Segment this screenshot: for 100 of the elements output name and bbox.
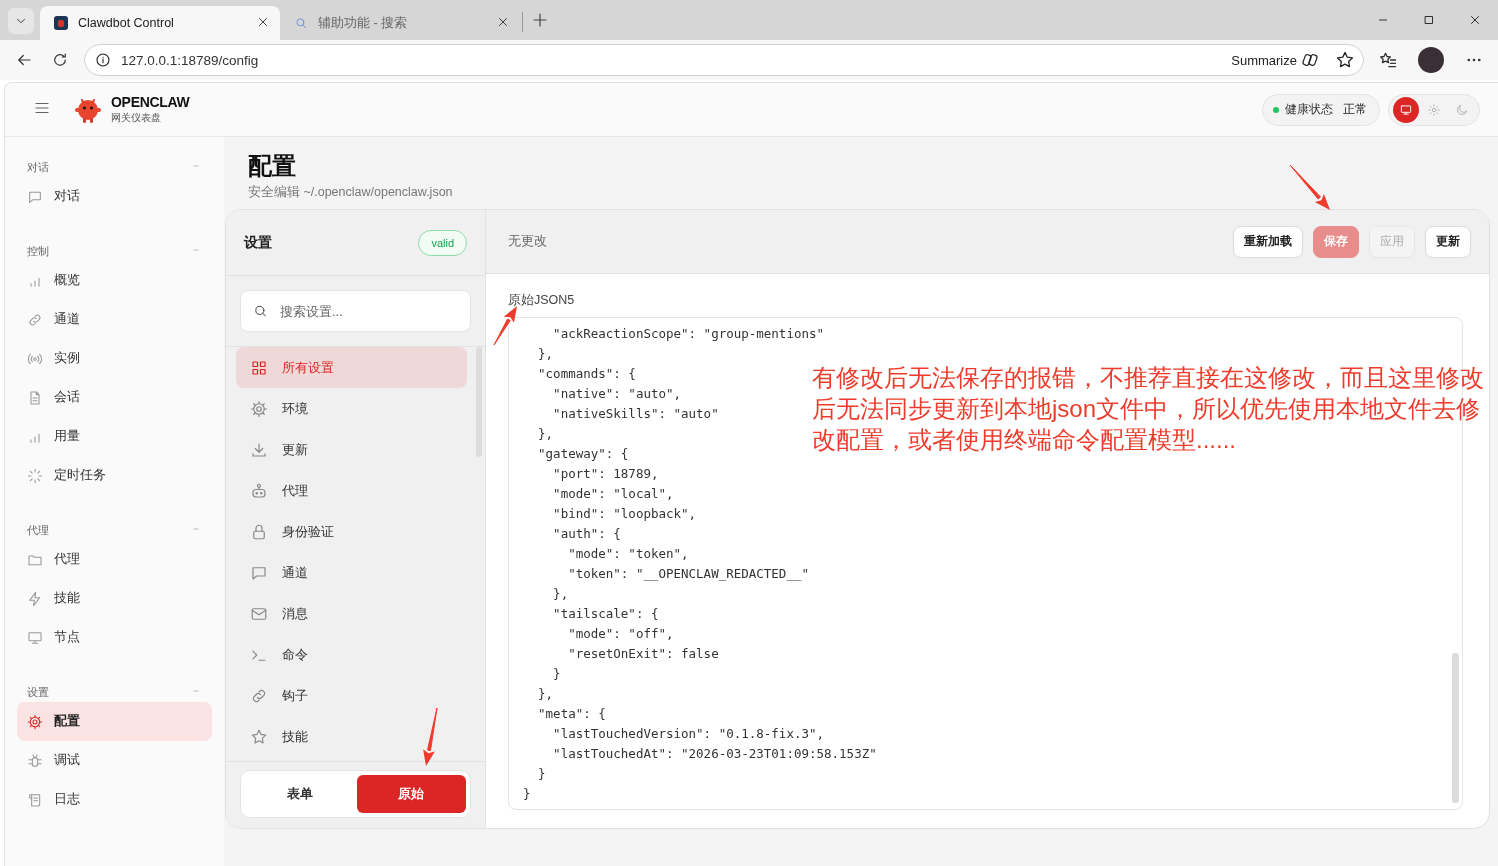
search-box[interactable]: 搜索设置... <box>240 290 471 332</box>
code-line: "lastTouchedAt": "2026-03-23T01:09:58.153Z" <box>552 745 877 763</box>
brand-subtitle: 网关仪表盘 <box>111 111 162 125</box>
reload-icon[interactable] <box>51 51 69 69</box>
nav-group-label: 代理 <box>27 522 49 538</box>
nav-item[interactable]: 通道 <box>17 300 212 339</box>
settings-section[interactable]: 技能 <box>236 716 467 757</box>
monitor-icon <box>27 629 43 646</box>
new-tab-icon[interactable] <box>531 11 549 29</box>
lightning-icon <box>27 590 43 607</box>
toolbar-button[interactable]: 重新加载 <box>1233 225 1303 258</box>
summarize-button[interactable]: Summarize <box>1231 51 1319 69</box>
brand-name: OPENCLAW <box>111 94 190 110</box>
log-icon <box>27 791 43 808</box>
annotation-note: 有修改后无法保存的报错，不推荐直接在这修改，而且这里修改后无法同步更新到本地json文件中，所以优先使用本地文件去修改配置，或者使用终端命令配置模型...... <box>812 363 1485 455</box>
star-icon <box>250 727 268 746</box>
nav-item[interactable]: 对话 <box>17 177 212 216</box>
favorites-icon[interactable] <box>1378 50 1398 70</box>
lock-icon <box>250 522 268 541</box>
code-line: "nativeSkills": "auto" <box>552 405 719 423</box>
scrollbar[interactable] <box>1452 653 1459 803</box>
settings-icon <box>250 399 268 418</box>
bug-icon <box>27 752 43 769</box>
document-icon <box>27 389 43 406</box>
nav-item[interactable]: 定时任务 <box>17 456 212 495</box>
settings-section[interactable]: 环境 <box>236 388 467 429</box>
nav-group-label: 控制 <box>27 243 49 259</box>
code-line: "mode": "off", <box>567 625 674 643</box>
code-line: }, <box>537 685 554 703</box>
code-line: "meta": { <box>537 705 606 723</box>
monitor-icon <box>1399 102 1413 117</box>
search-field[interactable]: 搜索设置... <box>278 302 458 320</box>
code-line: "ackReactionScope": "group-mentions" <box>552 325 825 343</box>
avatar[interactable] <box>1418 47 1444 73</box>
settings-section[interactable]: 命令 <box>236 634 467 675</box>
settings-section[interactable]: 消息 <box>236 593 467 634</box>
code-line: "lastTouchedVersion": "0.1.8-fix.3", <box>552 725 825 743</box>
toolbar-button[interactable]: 更新 <box>1425 225 1471 258</box>
valid-badge: valid <box>418 229 467 256</box>
settings-section[interactable]: 所有设置 <box>236 347 467 388</box>
code-line: }, <box>537 425 554 443</box>
search-icon <box>294 16 308 30</box>
settings-section[interactable]: 代理 <box>236 470 467 511</box>
mode-tab[interactable]: 原始 <box>356 775 466 813</box>
annotation-arrow <box>423 707 438 766</box>
sun-icon <box>1427 102 1441 117</box>
nav-item[interactable]: 配置 <box>17 702 212 741</box>
code-line: }, <box>537 345 554 363</box>
nav-item[interactable]: 日志 <box>17 780 212 819</box>
nav-item[interactable]: 实例 <box>17 339 212 378</box>
code-line: "port": 18789, <box>552 465 659 483</box>
annotation-arrow <box>1289 164 1330 210</box>
nav-item[interactable]: 概览 <box>17 261 212 300</box>
code-line: } <box>523 785 531 803</box>
browser-tab[interactable]: 辅助功能 - 搜索 <box>280 6 520 40</box>
code-line: "token": "__OPENCLAW_REDACTED__" <box>567 565 809 583</box>
code-line: } <box>552 665 561 683</box>
code-line: "tailscale": { <box>552 605 659 623</box>
settings-section[interactable]: 身份验证 <box>236 511 467 552</box>
address-bar[interactable]: 127.0.0.1:18789/config Summarize <box>84 44 1364 76</box>
code-line: "bind": "loopback", <box>552 505 697 523</box>
nav-item[interactable]: 技能 <box>17 579 212 618</box>
code-line: "resetOnExit": false <box>567 645 719 663</box>
search-icon <box>253 303 268 319</box>
code-line: "gateway": { <box>537 445 629 463</box>
panel-title: 设置 <box>244 233 272 252</box>
link-icon <box>27 311 43 328</box>
app-favicon <box>54 16 68 30</box>
code-line: } <box>537 765 546 783</box>
robot-icon <box>250 481 268 500</box>
settings-icon <box>27 713 43 730</box>
info-icon <box>95 52 111 68</box>
editor-label: 原始JSON5 <box>508 292 576 309</box>
settings-section[interactable]: 钩子 <box>236 675 467 716</box>
nav-item[interactable]: 节点 <box>17 618 212 657</box>
page-title: 配置 <box>248 151 297 181</box>
code-line: "native": "auto", <box>552 385 682 403</box>
browser-tab[interactable]: Clawdbot Control <box>40 6 280 40</box>
theme-toggle[interactable] <box>1393 96 1419 123</box>
nav-group-label: 设置 <box>27 684 49 700</box>
nav-item[interactable]: 会话 <box>17 378 212 417</box>
favorite-star-icon[interactable] <box>1335 50 1355 70</box>
status-value: 正常 <box>1343 101 1367 118</box>
code-line: "mode": "token", <box>567 545 689 563</box>
settings-section[interactable]: 通道 <box>236 552 467 593</box>
close-icon[interactable] <box>1468 13 1482 27</box>
nav-item[interactable]: 调试 <box>17 741 212 780</box>
code-line: "auth": { <box>552 525 621 543</box>
change-status: 无更改 <box>508 233 548 250</box>
maximize-icon[interactable] <box>1422 13 1436 27</box>
nav-item[interactable]: 用量 <box>17 417 212 456</box>
code-line: "mode": "local", <box>552 485 674 503</box>
nav-item[interactable]: 代理 <box>17 540 212 579</box>
mode-tab[interactable]: 表单 <box>245 775 355 813</box>
nav-group-label: 对话 <box>27 159 49 175</box>
loader-icon <box>27 467 43 484</box>
code-line: "commands": { <box>537 365 636 383</box>
page-subtitle: 安全编辑 ~/.openclaw/openclaw.json <box>248 184 454 201</box>
settings-section[interactable]: 更新 <box>236 429 467 470</box>
moon-icon <box>1455 102 1469 117</box>
